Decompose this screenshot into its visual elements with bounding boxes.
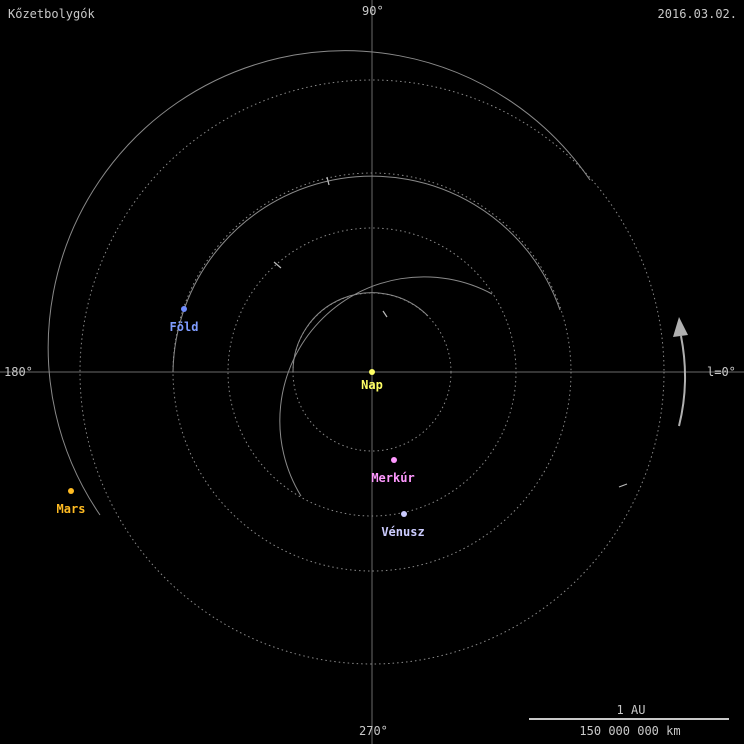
scale-km-label: 150 000 000 km xyxy=(579,724,681,738)
earth-dot xyxy=(181,306,187,312)
mercury-label: Merkúr xyxy=(371,471,415,485)
mercury-dot xyxy=(391,457,397,463)
mars-label: Mars xyxy=(56,502,86,516)
angle-label-90: 90° xyxy=(362,4,384,18)
sun-label: Nap xyxy=(361,378,383,392)
angle-label-270: 270° xyxy=(359,724,388,738)
date-label: 2016.03.02. xyxy=(657,7,737,21)
angle-label-180: 180° xyxy=(4,365,33,379)
mars-orbit xyxy=(47,50,665,665)
diagram-title: Kőzetbolygók xyxy=(8,7,95,21)
mars-dot xyxy=(68,488,74,494)
orbit-diagram xyxy=(0,0,744,744)
scale-au-label: 1 AU xyxy=(616,703,646,717)
venus-dot xyxy=(401,511,407,517)
angle-label-0: l=0° xyxy=(707,365,736,379)
sun-dot xyxy=(369,369,375,375)
venus-label: Vénusz xyxy=(381,525,425,539)
earth-label: Föld xyxy=(169,320,199,334)
